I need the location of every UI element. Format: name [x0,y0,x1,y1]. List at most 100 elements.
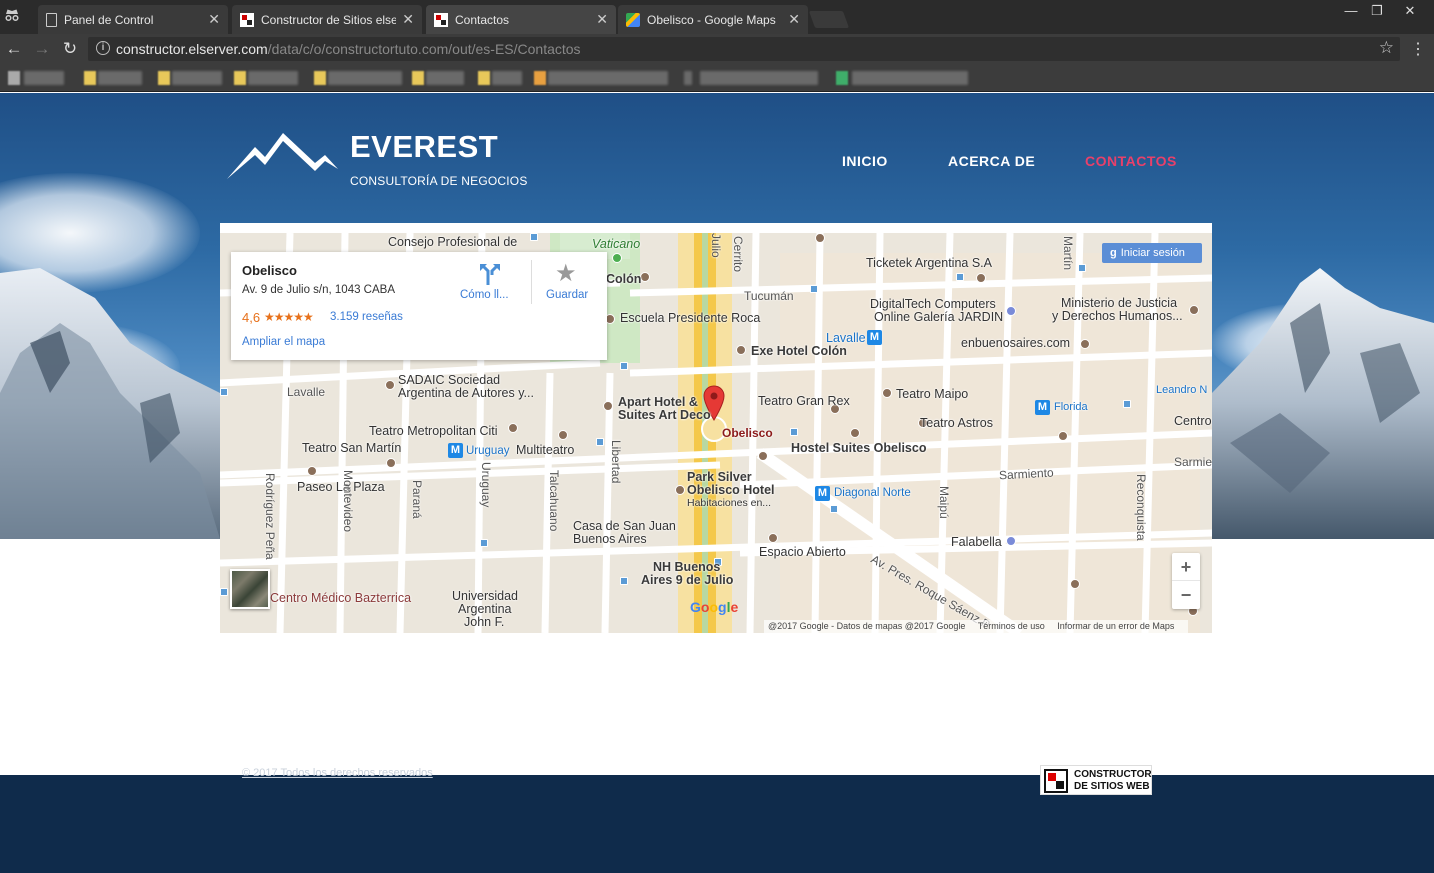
map-canvas[interactable]: M M M M Consejo Profesional de Vaticano … [220,233,1212,633]
theater-icon[interactable] [386,458,396,468]
bus-stop-icon[interactable] [956,273,964,281]
restore-icon[interactable]: ❐ [1363,3,1391,19]
bus-stop-icon[interactable] [596,438,604,446]
map-signin-button[interactable]: g Iniciar sesión [1102,243,1202,263]
bus-stop-icon[interactable] [790,428,798,436]
bookmark-item[interactable] [328,71,402,85]
minimize-icon[interactable]: — [1337,3,1365,18]
bus-stop-icon[interactable] [620,577,628,585]
poi-marker[interactable] [640,272,650,282]
zoom-in-button[interactable]: + [1172,553,1200,581]
address-bar[interactable]: i constructor.elserver.com/data/c/o/cons… [88,37,1400,61]
google-map-embed[interactable]: M M M M Consejo Profesional de Vaticano … [220,223,1212,633]
folder-icon[interactable] [84,71,96,85]
bus-stop-icon[interactable] [220,588,228,596]
close-tab-icon[interactable]: ✕ [788,11,800,28]
bus-stop-icon[interactable] [1123,400,1131,408]
folder-icon[interactable] [478,71,490,85]
bookmark-item[interactable] [24,71,64,85]
browser-tab-panel-control[interactable]: Panel de Control ✕ [38,5,228,34]
directions-link[interactable]: Cómo ll... [460,289,509,301]
place-reviews-link[interactable]: 3.159 reseñas [330,311,403,323]
close-window-icon[interactable]: ✕ [1396,3,1424,19]
shopping-icon[interactable] [1006,536,1016,546]
park-icon[interactable] [612,253,622,263]
browser-tab-google-maps[interactable]: Obelisco - Google Maps ✕ [618,5,808,34]
museum-icon[interactable] [1058,431,1068,441]
folder-icon[interactable] [412,71,424,85]
bus-stop-icon[interactable] [220,388,228,396]
close-tab-icon[interactable]: ✕ [208,11,220,28]
url-text[interactable]: constructor.elserver.com/data/c/o/constr… [116,41,581,57]
bookmark-item[interactable] [700,71,818,85]
bookmark-item[interactable] [98,71,142,85]
hotel-icon[interactable] [603,401,613,411]
folder-icon[interactable] [314,71,326,85]
bus-stop-icon[interactable] [530,233,538,241]
folder-icon[interactable] [234,71,246,85]
poi-marker[interactable] [976,273,986,283]
theater-icon[interactable] [558,430,568,440]
forward-icon[interactable]: → [32,39,52,59]
museum-icon[interactable] [1189,305,1199,315]
metro-station-icon[interactable]: M [867,330,882,345]
bookmark-item[interactable] [172,71,222,85]
hotel-icon[interactable] [758,451,768,461]
poi-marker[interactable] [1070,579,1080,589]
directions-icon[interactable] [479,263,501,287]
metro-station-icon[interactable]: M [815,486,830,501]
bus-stop-icon[interactable] [480,539,488,547]
bookmark-item[interactable] [492,71,522,85]
theater-icon[interactable] [508,423,518,433]
bookmark-item[interactable] [248,71,298,85]
poi-marker[interactable] [307,466,317,476]
poi-marker[interactable] [1006,306,1016,316]
close-tab-icon[interactable]: ✕ [402,11,414,28]
hotel-icon[interactable] [850,428,860,438]
report-error-link[interactable]: Informar de un error de Maps [1057,621,1174,631]
bus-stop-icon[interactable] [810,285,818,293]
metro-station-icon[interactable]: M [448,443,463,458]
info-icon[interactable]: i [96,41,110,55]
theater-icon[interactable] [882,388,892,398]
nav-acerca-de[interactable]: ACERCA DE [948,153,1035,169]
folder-icon[interactable] [158,71,170,85]
theater-icon[interactable] [385,380,395,390]
poi-marker[interactable] [1080,339,1090,349]
browser-tab-constructor[interactable]: Constructor de Sitios elserv ✕ [232,5,422,34]
reload-icon[interactable]: ↻ [60,39,80,59]
bus-stop-icon[interactable] [830,505,838,513]
hotel-icon[interactable] [736,345,746,355]
satellite-toggle[interactable] [230,569,270,609]
expand-map-link[interactable]: Ampliar el mapa [242,336,325,348]
poi-marker[interactable] [815,233,825,243]
browser-tab-contactos[interactable]: Contactos ✕ [426,5,616,34]
folder-icon[interactable] [534,71,546,85]
bookmark-icon[interactable] [836,71,848,85]
bookmark-item[interactable] [684,71,692,85]
nav-contactos[interactable]: CONTACTOS [1085,153,1177,169]
bus-stop-icon[interactable] [620,362,628,370]
save-star-icon[interactable]: ★ [555,259,577,288]
bookmark-star-icon[interactable]: ☆ [1379,38,1394,58]
terms-link[interactable]: Términos de uso [978,621,1045,631]
bus-stop-icon[interactable] [1078,264,1086,272]
browser-menu-icon[interactable]: ⋮ [1410,39,1426,59]
zoom-out-button[interactable]: − [1172,581,1200,609]
footer-copyright[interactable]: © 2017 Todos los derechos reservados [242,767,433,779]
metro-station-icon[interactable]: M [1035,400,1050,415]
site-brand[interactable]: EVEREST [350,129,498,165]
bookmark-item[interactable] [548,71,668,85]
nav-inicio[interactable]: INICIO [842,153,888,169]
save-link[interactable]: Guardar [546,289,588,301]
bookmark-item[interactable] [852,71,968,85]
close-tab-icon[interactable]: ✕ [596,11,608,28]
poi-marker[interactable] [768,533,778,543]
bookmark-item[interactable] [426,71,464,85]
map-label: Teatro Astros [920,416,993,430]
back-icon[interactable]: ← [4,39,24,59]
hotel-icon[interactable] [675,485,685,495]
bookmark-icon[interactable] [8,71,20,85]
new-tab-button[interactable] [808,11,850,28]
constructor-badge[interactable]: CONSTRUCTOR DE SITIOS WEB [1040,765,1152,795]
